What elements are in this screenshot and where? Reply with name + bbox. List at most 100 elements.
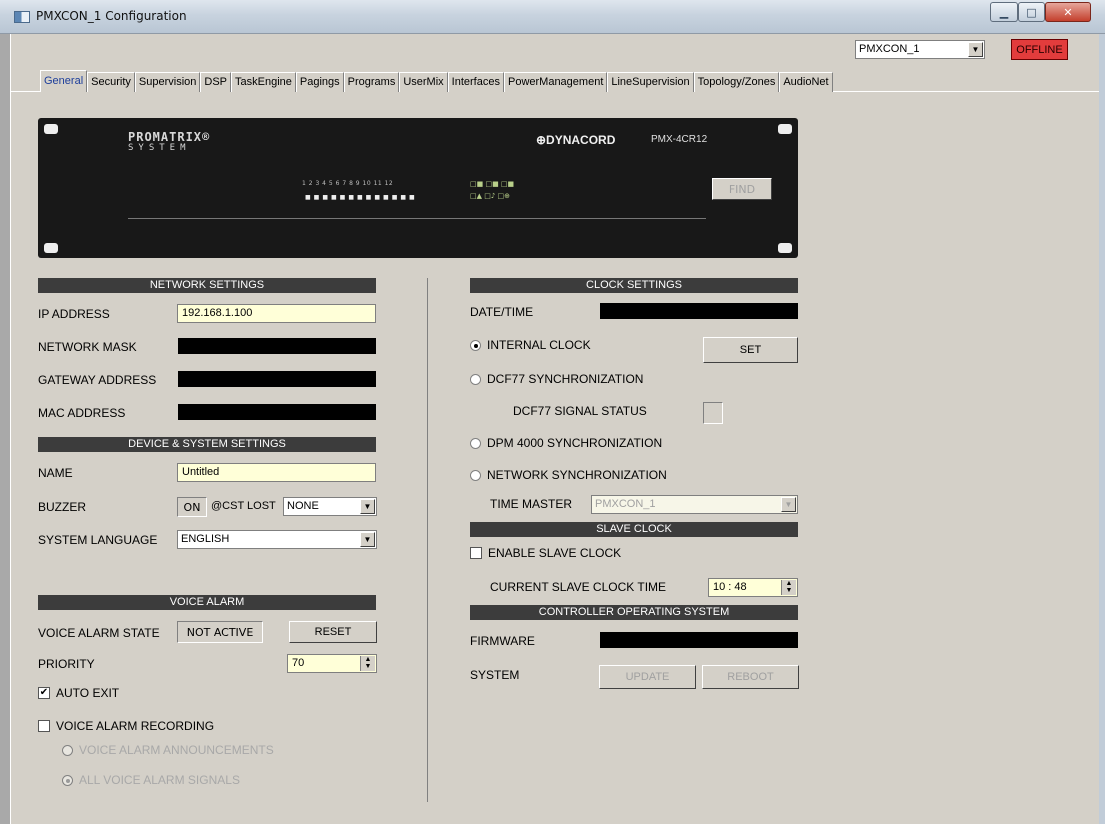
firmware-label: FIRMWARE bbox=[470, 634, 535, 648]
mac-address-label: MAC ADDRESS bbox=[38, 406, 126, 420]
name-input[interactable]: Untitled bbox=[177, 463, 376, 482]
reboot-button[interactable]: REBOOT bbox=[702, 665, 799, 689]
system-label: SYSTEM bbox=[470, 668, 520, 682]
network-sync-radio[interactable]: NETWORK SYNCHRONIZATION bbox=[470, 468, 667, 482]
slave-clock-time-stepper[interactable]: 10 : 48 ▲ ▼ bbox=[708, 578, 798, 597]
checkmark-icon[interactable]: ✔ bbox=[38, 687, 50, 699]
close-icon: ✕ bbox=[1063, 5, 1073, 19]
priority-stepper[interactable]: 70 ▲ ▼ bbox=[287, 654, 377, 673]
voice-alarm-header: VOICE ALARM bbox=[38, 595, 376, 610]
chevron-down-icon: ▼ bbox=[781, 497, 796, 512]
time-master-label: TIME MASTER bbox=[490, 497, 573, 511]
radio-icon bbox=[62, 744, 73, 756]
system-language-label: SYSTEM LANGUAGE bbox=[38, 533, 158, 547]
device-select[interactable]: PMXCON_1 ▼ bbox=[855, 40, 985, 59]
voice-alarm-recording-checkbox[interactable]: VOICE ALARM RECORDING bbox=[38, 719, 214, 733]
mac-address-field bbox=[178, 404, 376, 420]
auto-exit-checkbox[interactable]: ✔ AUTO EXIT bbox=[38, 686, 119, 700]
maximize-button[interactable]: □ bbox=[1018, 2, 1045, 22]
close-button[interactable]: ✕ bbox=[1045, 2, 1091, 22]
slave-clock-header: SLAVE CLOCK bbox=[470, 522, 798, 537]
tab-dsp[interactable]: DSP bbox=[200, 72, 231, 92]
spinner-icon[interactable]: ▲ ▼ bbox=[781, 580, 796, 595]
firmware-field bbox=[600, 632, 798, 648]
reset-button[interactable]: RESET bbox=[289, 621, 377, 643]
radio-selected-icon[interactable] bbox=[470, 339, 481, 351]
priority-value: 70 bbox=[292, 657, 305, 669]
update-button[interactable]: UPDATE bbox=[599, 665, 696, 689]
date-time-field bbox=[600, 303, 798, 319]
voice-alarm-state-label: VOICE ALARM STATE bbox=[38, 626, 160, 640]
tab-pagings[interactable]: Pagings bbox=[295, 72, 344, 92]
cst-lost-value: NONE bbox=[287, 500, 319, 512]
tab-linesupervision[interactable]: LineSupervision bbox=[607, 72, 694, 92]
current-slave-clock-time-label: CURRENT SLAVE CLOCK TIME bbox=[490, 580, 667, 594]
internal-clock-label: INTERNAL CLOCK bbox=[487, 338, 591, 352]
dcf77-signal-status-label: DCF77 SIGNAL STATUS bbox=[513, 404, 647, 418]
auto-exit-label: AUTO EXIT bbox=[56, 686, 120, 700]
tab-security[interactable]: Security bbox=[87, 72, 135, 92]
system-language-select[interactable]: ENGLISH ▼ bbox=[177, 530, 377, 549]
enable-slave-clock-label: ENABLE SLAVE CLOCK bbox=[488, 546, 622, 560]
radio-icon[interactable] bbox=[470, 469, 481, 481]
enable-slave-clock-checkbox[interactable]: ENABLE SLAVE CLOCK bbox=[470, 546, 621, 560]
chevron-down-icon[interactable]: ▼ bbox=[968, 42, 983, 57]
dpm4000-sync-radio[interactable]: DPM 4000 SYNCHRONIZATION bbox=[470, 436, 662, 450]
controller-os-header: CONTROLLER OPERATING SYSTEM bbox=[470, 605, 798, 620]
tab-bar: General Security Supervision DSP TaskEng… bbox=[40, 70, 833, 92]
voice-alarm-state-value: NOT ACTIVE bbox=[177, 621, 263, 643]
promatrix-logo: PROMATRIX® bbox=[128, 130, 211, 144]
dynacord-logo: ⊕DYNACORD bbox=[536, 133, 616, 147]
status-leds: □■ □■ □■ □▲ □♪ □⊕ bbox=[470, 180, 515, 200]
window-frame bbox=[1099, 34, 1105, 824]
tab-powermanagement[interactable]: PowerManagement bbox=[503, 72, 608, 92]
rack-ear-icon bbox=[44, 243, 58, 253]
tab-programs[interactable]: Programs bbox=[343, 72, 400, 92]
promatrix-logo-subtitle: SYSTEM bbox=[128, 143, 191, 153]
tab-interfaces[interactable]: Interfaces bbox=[447, 72, 504, 92]
ip-address-label: IP ADDRESS bbox=[38, 307, 110, 321]
clock-settings-header: CLOCK SETTINGS bbox=[470, 278, 798, 293]
device-model: PMX-4CR12 bbox=[651, 134, 708, 145]
network-mask-field[interactable] bbox=[178, 338, 376, 354]
rack-ear-icon bbox=[778, 124, 792, 134]
window-title: PMXCON_1 Configuration bbox=[36, 9, 187, 23]
announcements-radio: VOICE ALARM ANNOUNCEMENTS bbox=[62, 743, 274, 757]
app-icon bbox=[14, 11, 30, 23]
find-button[interactable]: FIND bbox=[712, 178, 772, 200]
chevron-down-icon[interactable]: ▼ bbox=[360, 532, 375, 547]
tab-supervision[interactable]: Supervision bbox=[134, 72, 201, 92]
radio-icon[interactable] bbox=[470, 373, 481, 385]
rack-ear-icon bbox=[778, 243, 792, 253]
checkbox-icon[interactable] bbox=[470, 547, 482, 559]
offline-status-badge: OFFLINE bbox=[1011, 39, 1068, 60]
checkbox-icon[interactable] bbox=[38, 720, 50, 732]
device-select-value: PMXCON_1 bbox=[859, 43, 920, 55]
dcf77-sync-radio[interactable]: DCF77 SYNCHRONIZATION bbox=[470, 372, 643, 386]
channel-leds: ■■■■■■■■■■■■■ bbox=[305, 194, 418, 201]
minimize-button[interactable]: ▁ bbox=[990, 2, 1018, 22]
gateway-address-label: GATEWAY ADDRESS bbox=[38, 373, 157, 387]
time-master-value: PMXCON_1 bbox=[595, 498, 656, 510]
priority-label: PRIORITY bbox=[38, 657, 95, 671]
internal-clock-radio[interactable]: INTERNAL CLOCK bbox=[470, 338, 591, 352]
dcf77-sync-label: DCF77 SYNCHRONIZATION bbox=[487, 372, 644, 386]
radio-selected-icon bbox=[62, 774, 73, 786]
set-clock-button[interactable]: SET bbox=[703, 337, 798, 363]
buzzer-on-button[interactable]: ON bbox=[177, 497, 207, 517]
tab-audionet[interactable]: AudioNet bbox=[779, 72, 833, 92]
tab-general[interactable]: General bbox=[40, 70, 88, 92]
network-mask-label: NETWORK MASK bbox=[38, 340, 137, 354]
column-divider bbox=[427, 278, 428, 802]
cst-lost-label: @CST LOST bbox=[211, 500, 276, 512]
tab-usermix[interactable]: UserMix bbox=[399, 72, 448, 92]
spinner-icon[interactable]: ▲ ▼ bbox=[360, 656, 375, 671]
chevron-down-icon[interactable]: ▼ bbox=[360, 499, 375, 514]
gateway-address-field[interactable] bbox=[178, 371, 376, 387]
radio-icon[interactable] bbox=[470, 437, 481, 449]
cst-lost-select[interactable]: NONE ▼ bbox=[283, 497, 377, 516]
tab-taskengine[interactable]: TaskEngine bbox=[231, 72, 296, 92]
rack-ear-icon bbox=[44, 124, 58, 134]
tab-topology-zones[interactable]: Topology/Zones bbox=[693, 72, 780, 92]
ip-address-input[interactable]: 192.168.1.100 bbox=[177, 304, 376, 323]
